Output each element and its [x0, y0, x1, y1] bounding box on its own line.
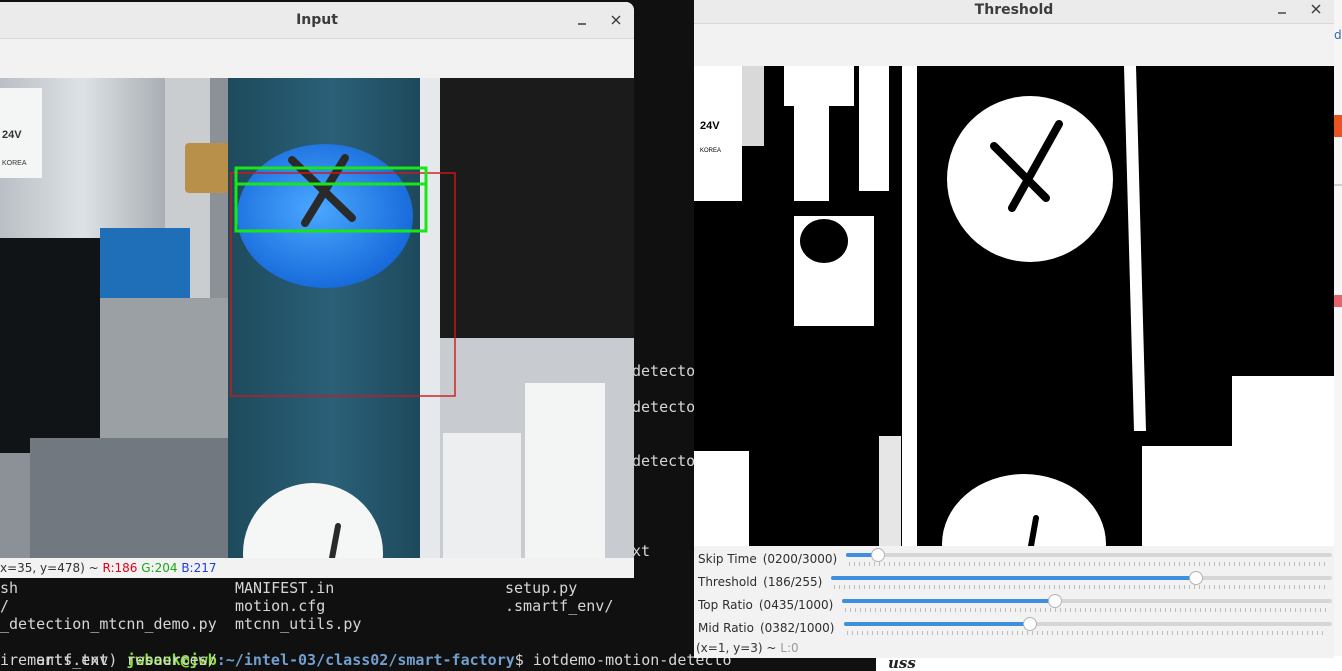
status-red: R:186 — [102, 561, 138, 575]
threshold-region — [784, 66, 854, 106]
threshold-toolbar — [694, 24, 1334, 66]
terminal-output-peek: detecto — [632, 452, 696, 470]
drive-connector — [100, 228, 190, 298]
threshold-region — [742, 66, 764, 146]
terminal-output-peek: xt — [632, 542, 651, 560]
trackbar-thumb[interactable] — [1023, 617, 1037, 631]
trackbar-label: Mid Ratio (0382/1000) — [698, 621, 834, 635]
terminal-listing-entry: setup.py — [505, 579, 578, 597]
terminal-listing-entry: mtcnn_utils.py — [235, 615, 362, 633]
threshold-region — [694, 66, 742, 201]
background-app-marker — [1334, 295, 1342, 307]
belt-rail — [420, 78, 440, 558]
terminal-listing-entry: MANIFEST.in — [235, 579, 335, 597]
trackbar-skip-time[interactable]: Skip Time (0200/3000) — [694, 548, 1334, 571]
base-plate — [30, 438, 230, 558]
trackbar-mid-ratio[interactable]: Mid Ratio (0382/1000) — [694, 617, 1334, 640]
threshold-label-voltage: 24V — [700, 120, 720, 132]
background-app-divider — [1334, 184, 1342, 186]
trackbar-label: Threshold (186/255) — [698, 575, 822, 589]
trackbar-thumb[interactable] — [1189, 571, 1203, 585]
threshold-status-bar: (x=1, y=3) ~ L:0 — [694, 638, 1334, 658]
threshold-region — [794, 106, 829, 201]
threshold-region — [879, 436, 901, 546]
input-status-bar: x=35, y=478) ~ R:186 G:204 B:217 — [0, 558, 634, 578]
trackbar-track[interactable] — [844, 617, 1332, 631]
threshold-region — [694, 451, 749, 546]
trackbar-track[interactable] — [846, 548, 1332, 562]
trackbar-name: Skip Time — [698, 552, 757, 566]
status-coords: x=35, y=478) ~ — [0, 561, 103, 575]
terminal-listing-entry: sh — [0, 579, 19, 597]
trackbar-panel: Skip Time (0200/3000) Threshold (186/255) … — [694, 546, 1334, 638]
terminal-listing-entry: / — [0, 597, 10, 615]
white-bracket — [525, 383, 605, 558]
threshold-region — [800, 219, 848, 263]
close-icon[interactable] — [1306, 0, 1326, 20]
input-titlebar[interactable]: Input — [0, 2, 634, 39]
trackbar-fill — [844, 622, 1030, 626]
trackbar-track[interactable] — [842, 594, 1332, 608]
threshold-label-origin: KOREA — [700, 148, 721, 154]
drive-block — [0, 238, 100, 453]
trackbar-label: Top Ratio (0435/1000) — [698, 598, 833, 612]
terminal-output-peek: detecto — [632, 398, 696, 416]
close-icon[interactable] — [606, 10, 626, 30]
trackbar-ticks — [847, 631, 1327, 635]
camera-frame[interactable]: 24V KOREA — [0, 78, 634, 558]
trackbar-ticks — [834, 585, 1327, 589]
terminal-listing-entry: irements.txt resources/ — [0, 651, 217, 669]
window-title: Threshold — [974, 2, 1054, 18]
terminal-output-peek: detecto — [632, 362, 696, 380]
trackbar-track[interactable] — [831, 571, 1332, 585]
terminal-listing-entry: .smartf_env/ — [505, 597, 614, 615]
threshold-region — [1232, 376, 1334, 546]
trackbar-thumb[interactable] — [871, 548, 885, 562]
status-coords: (x=1, y=3) ~ — [696, 641, 781, 655]
trackbar-thumb[interactable] — [1048, 594, 1062, 608]
trackbar-value: (186/255) — [763, 575, 823, 589]
background-app-badge — [1334, 115, 1342, 137]
minimize-icon[interactable] — [1272, 0, 1292, 20]
trackbar-label: Skip Time (0200/3000) — [698, 552, 837, 566]
status-level: L:0 — [780, 641, 799, 655]
terminal-listing-entry: motion.cfg — [235, 597, 326, 615]
status-blue: B:217 — [181, 561, 217, 575]
brass-coupler — [185, 143, 230, 193]
trackbar-value: (0200/3000) — [762, 552, 838, 566]
threshold-titlebar[interactable]: Threshold — [694, 0, 1334, 24]
threshold-region — [859, 66, 889, 191]
minimize-icon[interactable] — [572, 10, 592, 30]
trackbar-ticks — [849, 562, 1327, 566]
right-cover — [440, 78, 634, 338]
terminal-listing-entry: _detection_mtcnn_demo.py — [0, 615, 217, 633]
threshold-window[interactable]: Threshold 24V KOREA Skip Time (0200/3000… — [694, 0, 1334, 658]
background-app-footer: uss — [876, 656, 1342, 671]
trackbar-fill — [842, 599, 1055, 603]
window-title: Input — [296, 12, 338, 28]
blue-cap — [237, 144, 413, 288]
trackbar-value: (0382/1000) — [759, 621, 835, 635]
trackbar-threshold[interactable]: Threshold (186/255) — [694, 571, 1334, 594]
threshold-rail — [902, 66, 917, 546]
prompt-path: :~/intel-03/class02/smart-factory — [216, 651, 515, 669]
trackbar-name: Mid Ratio — [698, 621, 754, 635]
trackbar-fill — [831, 576, 1196, 580]
trackbar-ticks — [845, 608, 1327, 612]
threshold-region — [1142, 446, 1242, 546]
input-toolbar — [0, 39, 634, 78]
threshold-frame[interactable]: 24V KOREA — [694, 66, 1334, 546]
trackbar-name: Top Ratio — [698, 598, 753, 612]
status-green: G:204 — [141, 561, 178, 575]
white-block — [443, 433, 521, 558]
background-app-edge: d — [1334, 0, 1342, 671]
input-window[interactable]: Input 24V KOREA x=35, y=478) ~ R:186 G:2… — [0, 2, 634, 578]
trackbar-top-ratio[interactable]: Top Ratio (0435/1000) — [694, 594, 1334, 617]
motor-label-origin: KOREA — [2, 160, 27, 167]
trackbar-value: (0435/1000) — [758, 598, 834, 612]
motor-label-voltage: 24V — [2, 129, 22, 141]
trackbar-name: Threshold — [698, 575, 758, 589]
background-app-text: d — [1334, 28, 1342, 42]
